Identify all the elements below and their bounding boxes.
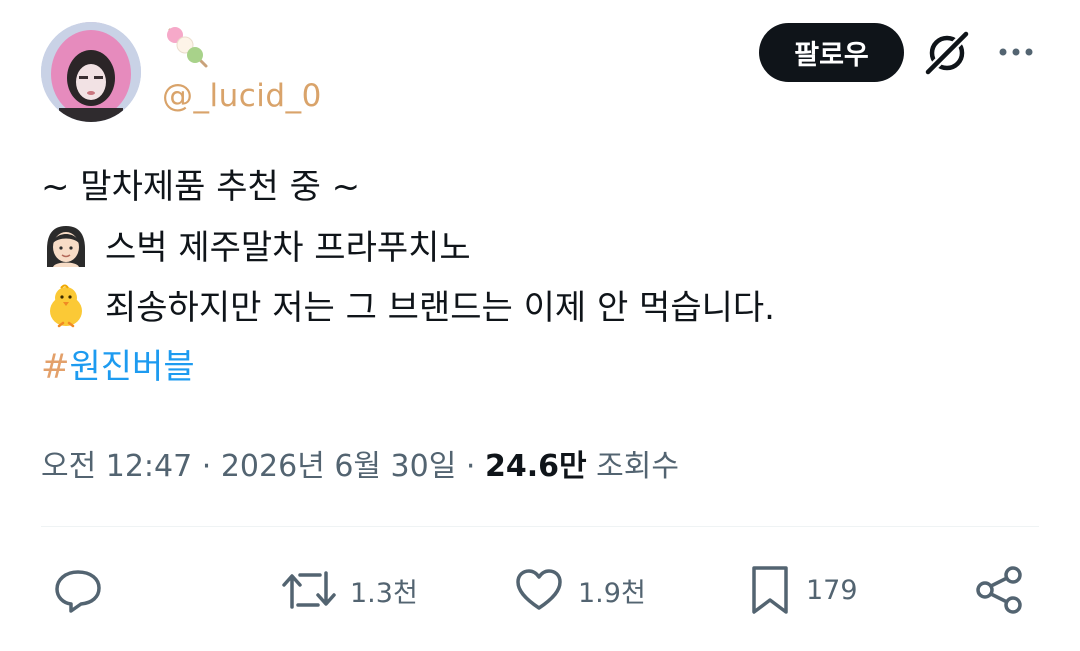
dango-icon <box>167 27 208 68</box>
hashtag-symbol: # <box>41 347 70 387</box>
tweet-text: 죄송하지만 저는 그 브랜드는 이제 안 먹습니다. <box>105 288 775 328</box>
hashtag-text: 원진버블 <box>69 347 195 387</box>
tweet-text-line: 스벅 제주말차 프라푸치노 <box>41 223 471 270</box>
tweet-text: 스벅 제주말차 프라푸치노 <box>105 228 471 268</box>
user-handle[interactable]: @_lucid_0 <box>162 78 322 114</box>
tweet-text-line: 죄송하지만 저는 그 브랜드는 이제 안 먹습니다. <box>41 283 775 330</box>
avatar[interactable] <box>41 22 141 122</box>
meta-separator: · <box>201 449 212 484</box>
woman-emoji-icon <box>47 226 85 267</box>
share-button[interactable] <box>975 560 1025 620</box>
tweet-date[interactable]: 2026년 6월 30일 <box>221 449 456 484</box>
views-label: 조회수 <box>596 449 679 484</box>
tweet-time[interactable]: 오전 12:47 <box>41 449 192 484</box>
divider <box>41 526 1039 527</box>
reply-button[interactable] <box>52 560 104 620</box>
tweet-meta: 오전 12:47 · 2026년 6월 30일 · 24.6만 조회수 <box>41 441 679 485</box>
share-icon <box>976 566 1022 614</box>
bookmark-count: 179 <box>806 574 858 606</box>
like-count: 1.9천 <box>578 577 646 609</box>
heart-icon <box>516 569 562 610</box>
follow-button[interactable]: 팔로우 <box>759 23 904 82</box>
chick-emoji-icon <box>50 284 82 328</box>
retweet-icon <box>282 571 336 609</box>
avatar-image <box>41 22 141 122</box>
hashtag-link[interactable]: #원진버블 <box>41 345 195 389</box>
retweet-count: 1.3천 <box>350 577 418 609</box>
grok-icon[interactable] <box>922 30 972 76</box>
bookmark-icon <box>752 566 788 614</box>
retweet-button[interactable]: 1.3천 <box>282 560 418 620</box>
bookmark-button[interactable]: 179 <box>748 560 858 620</box>
meta-separator: · <box>465 449 476 484</box>
like-button[interactable]: 1.9천 <box>514 560 646 620</box>
views-count: 24.6만 <box>484 449 587 484</box>
more-options-icon[interactable] <box>996 38 1036 66</box>
tweet-detail: @_lucid_0 팔로우 ~ 말차제품 추천 중 ~ 스벅 제주말차 프라푸치… <box>0 0 1080 651</box>
tweet-text-line: ~ 말차제품 추천 중 ~ <box>41 167 361 207</box>
reply-icon <box>55 570 101 613</box>
